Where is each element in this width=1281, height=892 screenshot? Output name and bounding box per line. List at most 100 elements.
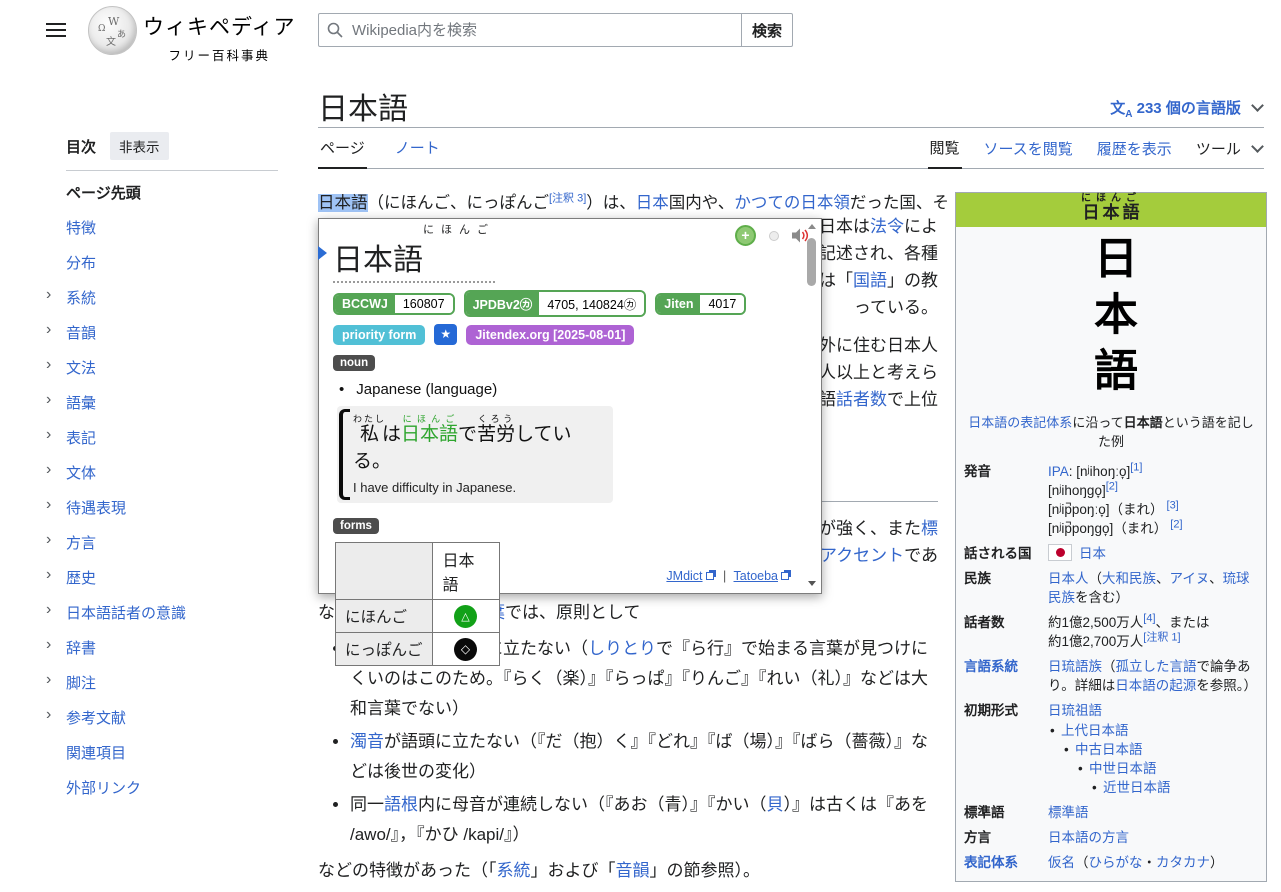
early-form-link[interactable]: 近世日本語	[1090, 778, 1258, 797]
link[interactable]: 語根	[384, 795, 418, 814]
toc-item[interactable]: › 脚注	[44, 665, 294, 700]
popup-scrollbar[interactable]	[804, 220, 820, 592]
infobox-row: 言語系統 日琉語族（孤立した言語で論争あり。詳細は日本語の起源を参照。）	[956, 654, 1266, 698]
jmdict-link[interactable]: JMdict	[666, 569, 702, 583]
link[interactable]: [2]	[1167, 519, 1182, 531]
link[interactable]: 日本人	[1048, 571, 1089, 586]
link[interactable]: [3]	[1163, 500, 1178, 512]
chevron-right-icon[interactable]: ›	[46, 286, 51, 304]
toc-item[interactable]: › 語彙	[44, 385, 294, 420]
chevron-right-icon[interactable]: ›	[46, 496, 51, 514]
scroll-down-arrow-icon[interactable]	[808, 581, 816, 586]
link[interactable]: 日本語の表記体系	[968, 415, 1072, 430]
dictionary-source-tag[interactable]: Jitendex.org [2025-08-01]	[466, 325, 634, 345]
toc-item[interactable]: › 表記	[44, 420, 294, 455]
tatoeba-link[interactable]: Tatoeba	[734, 569, 778, 583]
link[interactable]: 日本語の方言	[1048, 830, 1129, 845]
link[interactable]: [注釈 3]	[549, 193, 586, 205]
intro-fragment: 記述され、各種	[819, 239, 938, 264]
chevron-right-icon[interactable]: ›	[46, 706, 51, 724]
wikipedia-wordmark[interactable]: ウィキペディア フリー百科事典	[143, 11, 296, 64]
toc-item[interactable]: › 文法	[44, 350, 294, 385]
link[interactable]: 大和民族	[1102, 571, 1156, 586]
wikipedia-globe-logo[interactable]: WΩあ文	[88, 6, 137, 55]
chevron-right-icon[interactable]: ›	[46, 671, 51, 689]
scroll-up-arrow-icon[interactable]	[808, 224, 816, 229]
toc-item[interactable]: › 待遇表現	[44, 490, 294, 525]
toc-item[interactable]: 外部リンク	[44, 770, 294, 805]
link[interactable]: [1]	[1130, 462, 1142, 474]
toc-item[interactable]: ページ先頭	[44, 175, 294, 210]
link[interactable]: [注釈 1]	[1143, 632, 1180, 644]
toc-item[interactable]: › 文体	[44, 455, 294, 490]
link[interactable]: アクセント	[820, 546, 904, 565]
link[interactable]: 標	[921, 519, 938, 538]
link[interactable]: 法令	[870, 217, 904, 236]
link[interactable]: 日琉祖語	[1048, 703, 1102, 718]
toc-item[interactable]: › 辞書	[44, 630, 294, 665]
toc-item[interactable]: › 日本語話者の意識	[44, 595, 294, 630]
hamburger-menu-icon[interactable]	[46, 23, 66, 37]
calligraphy-image: 日本語	[956, 227, 1266, 409]
tab-tools[interactable]: ツール	[1194, 129, 1264, 168]
link[interactable]: [2]	[1106, 481, 1118, 493]
chevron-right-icon[interactable]: ›	[46, 321, 51, 339]
chevron-right-icon[interactable]: ›	[46, 601, 51, 619]
chevron-right-icon[interactable]: ›	[46, 636, 51, 654]
link[interactable]: かつての日本領	[734, 194, 850, 212]
link[interactable]: アイヌ	[1170, 571, 1210, 586]
chevron-right-icon[interactable]: ›	[46, 426, 51, 444]
paragraph: などの特徴があった（「系統」および「音韻」の節参照）。	[318, 856, 942, 886]
toc-item[interactable]: › 歴史	[44, 560, 294, 595]
toc-item[interactable]: 分布	[44, 245, 294, 280]
tab-page[interactable]: ページ	[318, 128, 367, 169]
link[interactable]: 日本語の起源	[1115, 678, 1196, 693]
link[interactable]: [4]	[1143, 613, 1155, 625]
text: によ	[904, 217, 938, 236]
link[interactable]: 音韻	[616, 861, 650, 880]
link[interactable]: 日本	[1079, 546, 1106, 561]
text: 約1億2,500万人	[1048, 615, 1143, 630]
link[interactable]: 話者数	[836, 390, 887, 409]
tab-view-source[interactable]: ソースを閲覧	[982, 129, 1075, 168]
scrollbar-thumb[interactable]	[807, 238, 816, 286]
toc-item[interactable]: › 系統	[44, 280, 294, 315]
toc-hide-button[interactable]: 非表示	[110, 132, 169, 160]
frequency-tag-row: BCCWJ 160807 JPDBv2㋕ 4705, 140824㋕ Jiten…	[333, 290, 797, 317]
link[interactable]: 日本	[636, 194, 669, 212]
language-selector-button[interactable]: 文A 233 個の言語版	[1110, 97, 1262, 120]
chevron-right-icon[interactable]: ›	[46, 391, 51, 409]
link[interactable]: 貝	[767, 795, 784, 814]
link[interactable]: 孤立した言語	[1116, 659, 1197, 674]
search-button[interactable]: 検索	[741, 13, 793, 47]
toc-item[interactable]: › 音韻	[44, 315, 294, 350]
chevron-right-icon[interactable]: ›	[46, 356, 51, 374]
tab-talk[interactable]: ノート	[393, 128, 442, 168]
early-form-link[interactable]: 上代日本語	[1048, 721, 1258, 740]
chevron-right-icon[interactable]: ›	[46, 461, 51, 479]
link[interactable]: IPA	[1048, 464, 1069, 479]
toc-item[interactable]: 関連項目	[44, 735, 294, 770]
toc-item[interactable]: 特徴	[44, 210, 294, 245]
search-icon	[327, 22, 343, 38]
star-icon[interactable]	[434, 324, 457, 345]
search-input[interactable]	[318, 13, 742, 47]
early-form-link[interactable]: 中世日本語	[1076, 759, 1258, 778]
text: 約1億2,700万人	[1048, 634, 1143, 649]
text: 日本語	[1124, 415, 1163, 430]
tab-history[interactable]: 履歴を表示	[1095, 129, 1174, 168]
infobox-row: 方言 日本語の方言	[956, 825, 1266, 850]
link[interactable]: 系統	[497, 861, 531, 880]
chevron-right-icon[interactable]: ›	[46, 566, 51, 584]
link[interactable]: 標準語	[1048, 805, 1089, 820]
ruby-word: 苦労くろう	[477, 424, 515, 445]
link[interactable]: しりとり	[588, 639, 656, 658]
link[interactable]: 濁音	[350, 732, 384, 751]
link[interactable]: 国語	[853, 271, 887, 290]
toc-item[interactable]: › 参考文献	[44, 700, 294, 735]
chevron-right-icon[interactable]: ›	[46, 531, 51, 549]
toc-item[interactable]: › 方言	[44, 525, 294, 560]
tab-read[interactable]: 閲覧	[928, 128, 962, 169]
link[interactable]: 日琉語族	[1048, 659, 1102, 674]
early-form-link[interactable]: 中古日本語	[1062, 740, 1258, 759]
